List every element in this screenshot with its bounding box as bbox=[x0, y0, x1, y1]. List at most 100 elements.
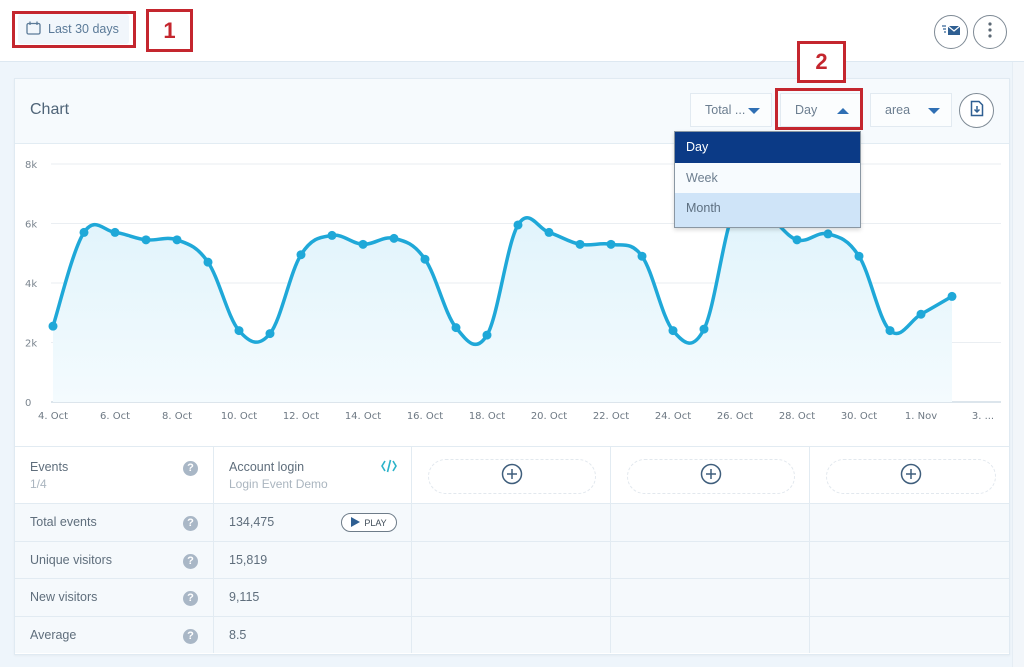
y-tick-label: 0 bbox=[25, 398, 31, 409]
x-tick-label: 6. Oct bbox=[100, 411, 130, 422]
help-icon[interactable]: ? bbox=[183, 516, 198, 531]
add-event-button[interactable] bbox=[826, 459, 996, 494]
play-button[interactable]: PLAY bbox=[341, 513, 397, 532]
event-name: Account login bbox=[229, 460, 305, 474]
metric-value: 9,115 bbox=[229, 590, 260, 604]
data-point[interactable] bbox=[947, 291, 957, 301]
table-row: Total events? 134,475 PLAY bbox=[15, 503, 1009, 541]
data-point[interactable] bbox=[110, 227, 120, 237]
event-description: Login Event Demo bbox=[229, 477, 328, 491]
empty-cell bbox=[411, 541, 610, 578]
data-point[interactable] bbox=[420, 254, 430, 264]
interval-option-month[interactable]: Month bbox=[675, 193, 860, 227]
data-point[interactable] bbox=[575, 239, 585, 249]
data-point[interactable] bbox=[823, 229, 833, 239]
chart-type-select[interactable]: area bbox=[870, 93, 952, 127]
data-point[interactable] bbox=[451, 323, 461, 333]
area-chart: 0 2k 4k 6k 8k 4. Oct 6. Oct 8. Oct 10. Oct 12. Oc… bbox=[25, 160, 1001, 422]
card-title: Chart bbox=[30, 101, 70, 118]
more-options-button[interactable] bbox=[973, 15, 1007, 49]
data-point[interactable] bbox=[606, 239, 616, 249]
plus-circle-icon bbox=[900, 463, 922, 490]
data-point[interactable] bbox=[141, 235, 151, 245]
add-event-button[interactable] bbox=[428, 459, 596, 494]
empty-cell bbox=[411, 504, 610, 541]
interval-option-week[interactable]: Week bbox=[675, 163, 860, 193]
x-tick-label: 1. Nov bbox=[905, 411, 937, 422]
series-area bbox=[53, 199, 952, 402]
metric-select-value: Total ... bbox=[705, 103, 746, 117]
data-point[interactable] bbox=[792, 235, 802, 245]
data-point[interactable] bbox=[885, 326, 895, 336]
page-scrollbar[interactable] bbox=[1012, 62, 1024, 667]
data-point[interactable] bbox=[265, 329, 275, 339]
data-point[interactable] bbox=[668, 326, 678, 336]
metric-label-cell: Unique visitors? bbox=[15, 542, 213, 579]
metric-value-cell: 134,475 PLAY bbox=[213, 504, 411, 541]
metric-label: Average bbox=[30, 627, 77, 642]
code-icon[interactable] bbox=[381, 459, 397, 478]
x-tick-label: 30. Oct bbox=[841, 411, 877, 422]
download-button[interactable] bbox=[959, 93, 994, 128]
data-point[interactable] bbox=[234, 326, 244, 336]
metric-value: 15,819 bbox=[229, 552, 268, 567]
x-tick-label: 3. ... bbox=[972, 411, 994, 422]
data-point[interactable] bbox=[296, 250, 306, 260]
annotation-label-1: 1 bbox=[146, 9, 193, 52]
data-point[interactable] bbox=[699, 324, 709, 334]
data-point[interactable] bbox=[172, 235, 182, 245]
metric-select[interactable]: Total ... bbox=[690, 93, 772, 127]
metric-label-cell: Average? bbox=[15, 617, 213, 654]
x-tick-label: 10. Oct bbox=[221, 411, 257, 422]
empty-cell bbox=[809, 504, 1011, 541]
metric-value-cell: 9,115 bbox=[213, 579, 411, 616]
data-point[interactable] bbox=[482, 330, 492, 340]
data-point[interactable] bbox=[389, 233, 399, 243]
more-vertical-icon bbox=[987, 21, 993, 44]
help-icon[interactable]: ? bbox=[183, 628, 198, 644]
x-tick-label: 26. Oct bbox=[717, 411, 753, 422]
x-tick-label: 22. Oct bbox=[593, 411, 629, 422]
help-icon[interactable]: ? bbox=[183, 461, 198, 476]
data-point[interactable] bbox=[916, 309, 926, 319]
download-file-icon bbox=[970, 100, 984, 122]
y-tick-label: 8k bbox=[25, 160, 37, 171]
x-tick-label: 4. Oct bbox=[38, 411, 68, 422]
chevron-down-icon bbox=[928, 108, 940, 114]
play-label: PLAY bbox=[364, 517, 387, 528]
add-event-button[interactable] bbox=[627, 459, 795, 494]
chart-type-select-value: area bbox=[885, 103, 911, 117]
email-report-icon bbox=[941, 23, 961, 42]
help-icon[interactable]: ? bbox=[183, 553, 198, 569]
table-header-row: Events 1/4 ? Account login Login Event D… bbox=[15, 446, 1009, 503]
empty-event-column bbox=[411, 447, 610, 503]
y-tick-label: 2k bbox=[25, 339, 37, 350]
interval-option-day[interactable]: Day bbox=[675, 132, 860, 163]
metric-value: 8.5 bbox=[229, 627, 247, 642]
events-count: 1/4 bbox=[30, 477, 47, 491]
plus-circle-icon bbox=[700, 463, 722, 490]
data-point[interactable] bbox=[513, 220, 523, 230]
data-point[interactable] bbox=[544, 227, 554, 237]
empty-cell bbox=[610, 504, 809, 541]
top-bar: Last 30 days 1 bbox=[0, 0, 1024, 62]
annotation-label-2: 2 bbox=[797, 41, 846, 83]
x-tick-label: 8. Oct bbox=[162, 411, 192, 422]
help-icon[interactable]: ? bbox=[183, 591, 198, 606]
y-tick-label: 4k bbox=[25, 279, 37, 290]
empty-event-column bbox=[610, 447, 809, 503]
data-point[interactable] bbox=[637, 251, 647, 261]
empty-cell bbox=[610, 541, 809, 578]
empty-cell bbox=[610, 616, 809, 653]
data-point[interactable] bbox=[79, 227, 89, 237]
x-tick-label: 20. Oct bbox=[531, 411, 567, 422]
data-point[interactable] bbox=[854, 251, 864, 261]
data-point[interactable] bbox=[203, 257, 213, 267]
empty-cell bbox=[610, 579, 809, 616]
email-report-button[interactable] bbox=[934, 15, 968, 49]
data-point[interactable] bbox=[327, 230, 337, 240]
data-point[interactable] bbox=[358, 239, 368, 249]
x-tick-label: 18. Oct bbox=[469, 411, 505, 422]
event-column-header: Account login Login Event Demo bbox=[213, 447, 411, 503]
data-point[interactable] bbox=[48, 321, 58, 331]
